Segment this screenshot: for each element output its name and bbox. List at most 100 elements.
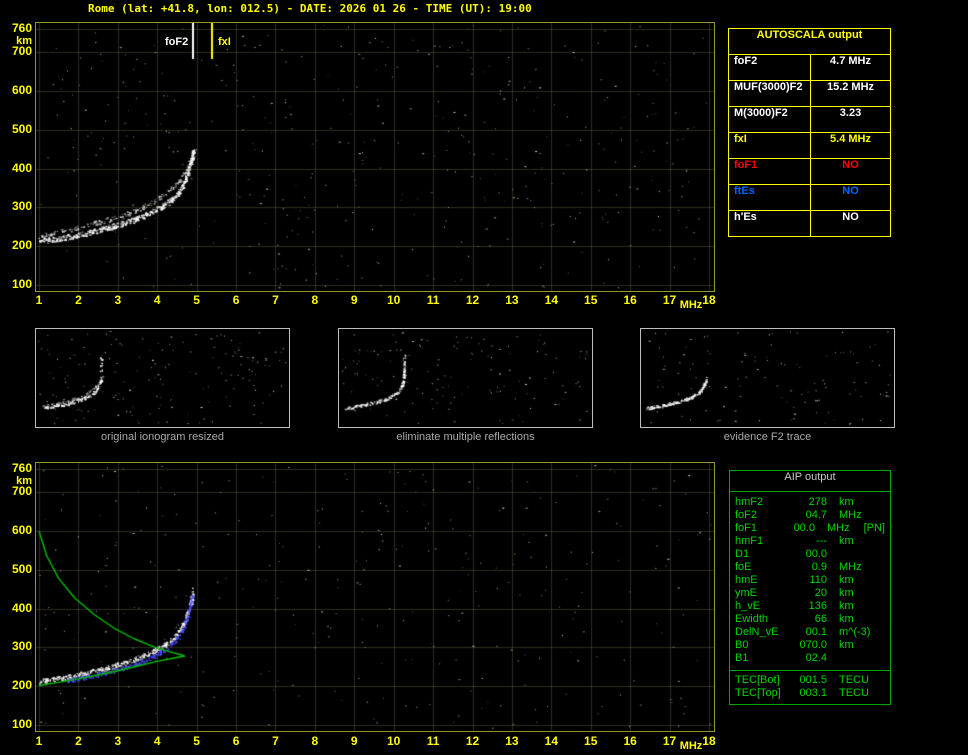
x-axis-tick-label: 6 <box>232 293 240 307</box>
aip-param-value: 0.9 <box>811 561 827 573</box>
ionogram-plot: foF2 fxI <box>35 22 715 292</box>
autoscala-param-value: NO <box>842 185 859 197</box>
aip-param-value: 003.1 <box>799 687 827 699</box>
y-axis-tick-label: 600 <box>11 523 32 538</box>
x-axis-tick-label: 7 <box>272 734 279 748</box>
autoscala-param-label: foF2 <box>729 55 811 80</box>
aip-param-value: 20 <box>814 587 827 599</box>
autoscala-param-value: NO <box>842 211 859 223</box>
aip-row: TEC[Top] 003.1 TECU <box>730 687 890 700</box>
thumbnail-caption-original: original ionogram resized <box>101 431 224 443</box>
x-axis-tick-label: 13 <box>505 293 519 307</box>
thumbnail-canvas-f2-trace <box>641 329 894 427</box>
autoscala-param-value: 15.2 MHz <box>826 81 875 93</box>
aip-row: Ewidth 66 km <box>730 613 890 626</box>
aip-param-name: Ewidth <box>735 613 769 625</box>
y-axis-tick-label: 500 <box>11 561 32 576</box>
y-axis-tick-label: 100 <box>11 277 32 291</box>
autoscala-row: h'Es NO <box>729 210 890 236</box>
x-axis-tick-label: 10 <box>387 734 401 748</box>
aip-param-name: hmF1 <box>735 535 764 547</box>
aip-param-unit: km <box>839 613 854 625</box>
aip-param-unit: MHz <box>839 561 862 573</box>
x-axis-tick-label: 16 <box>623 293 637 307</box>
x-axis-tick-label: 9 <box>350 293 358 307</box>
aip-param-unit: TECU <box>839 674 869 686</box>
profile-canvas <box>36 463 714 731</box>
autoscala-param-value: 3.23 <box>839 107 862 119</box>
profile-plot <box>35 462 715 732</box>
aip-param-name: TEC[Bot] <box>735 674 780 686</box>
y-axis-unit-label: km <box>16 475 32 487</box>
autoscala-row: M(3000)F2 3.23 <box>729 106 890 132</box>
aip-table-rows: hmF2 278 km foF2 04.7 MHz foF1 00.0 MHz [PN] hmF1-… <box>730 492 890 667</box>
aip-param-value: 66 <box>814 613 827 625</box>
x-axis-unit-label: MHz <box>679 740 703 752</box>
aip-param-value: 00.1 <box>805 626 827 638</box>
aip-param-note: [PN] <box>863 522 885 534</box>
y-axis-unit-label: km <box>16 35 32 47</box>
aip-row: DelN_vE 00.1 m^(-3) <box>730 626 890 639</box>
aip-param-value: 110 <box>809 574 827 586</box>
aip-param-value: 136 <box>808 600 827 612</box>
aip-param-name: hmF2 <box>735 496 764 508</box>
autoscala-output-table: AUTOSCALA output foF2 4.7 MHz MUF(3000)F2 1… <box>728 28 891 237</box>
aip-param-value: 001.5 <box>799 674 827 686</box>
x-axis-tick-label: 11 <box>426 293 440 307</box>
aip-param-value: 04.7 <box>805 509 827 521</box>
x-axis-tick-label: 1 <box>35 293 43 307</box>
x-axis-tick-label: 6 <box>232 734 240 748</box>
aip-row: foE 0.9 MHz <box>730 561 890 574</box>
aip-param-name: foE <box>735 561 752 573</box>
x-axis-tick-label: 8 <box>311 293 319 307</box>
x-axis-tick-label: 10 <box>387 293 401 307</box>
autoscala-param-value: 4.7 MHz <box>830 55 871 67</box>
aip-param-unit: km <box>839 496 854 508</box>
x-axis-tick-label: 3 <box>114 734 122 748</box>
marker-label-foF2: foF2 <box>164 36 190 48</box>
x-axis-tick-label: 15 <box>584 293 598 307</box>
aip-param-unit: TECU <box>839 687 869 699</box>
aip-tec-rows: TEC[Bot] 001.5 TECU TEC[Top] 003.1 TECU <box>730 671 890 704</box>
x-axis-tick-label: 13 <box>505 734 519 748</box>
x-axis-tick-label: 14 <box>544 293 558 307</box>
x-axis-tick-label: 3 <box>114 293 122 307</box>
aip-row: h_vE 136 km <box>730 600 890 613</box>
autoscala-param-value: 5.4 MHz <box>830 133 871 145</box>
autoscala-param-value: NO <box>842 159 859 171</box>
aip-param-name: ymE <box>735 587 757 599</box>
autoscala-table-rows: foF2 4.7 MHz MUF(3000)F2 15.2 MHz M(3000)F2 3… <box>729 54 890 236</box>
x-axis-tick-label: 7 <box>272 293 279 307</box>
autoscala-window: Rome (lat: +41.8, lon: 012.5) - DATE: 20… <box>0 0 968 755</box>
aip-param-unit: km <box>839 600 854 612</box>
aip-param-name: DelN_vE <box>735 626 779 638</box>
thumbnail-caption-filtered: eliminate multiple reflections <box>396 431 535 443</box>
aip-row: D1 00.0 <box>730 548 890 561</box>
aip-row: hmF1 --- km <box>730 535 890 548</box>
y-axis-tick-label: 500 <box>11 121 32 136</box>
x-axis-tick-label: 5 <box>193 293 200 307</box>
x-axis-tick-label: 5 <box>193 734 200 748</box>
aip-param-unit: km <box>839 535 854 547</box>
station-date-time-title: Rome (lat: +41.8, lon: 012.5) - DATE: 20… <box>88 2 532 15</box>
aip-param-unit: km <box>839 574 854 586</box>
aip-output-table: AIP output hmF2 278 km foF2 04.7 MHz foF1 00.0 M… <box>729 470 891 705</box>
aip-row: foF1 00.0 MHz [PN] <box>730 522 890 535</box>
autoscala-table-title: AUTOSCALA output <box>756 29 863 41</box>
aip-row: B1 02.4 <box>730 652 890 665</box>
aip-param-unit: km <box>839 587 854 599</box>
aip-param-name: foF2 <box>735 509 758 521</box>
y-axis-tick-label: 200 <box>11 678 32 693</box>
x-axis-tick-label: 12 <box>465 734 480 748</box>
x-axis-tick-label: 16 <box>623 734 637 748</box>
y-axis-tick-label: 600 <box>11 83 32 98</box>
aip-row: foF2 04.7 MHz <box>730 509 890 522</box>
x-axis-unit-label: MHz <box>679 299 703 311</box>
x-axis-tick-label: 2 <box>75 734 82 748</box>
aip-table-title: AIP output <box>730 471 890 492</box>
x-axis-tick-label: 8 <box>311 734 319 748</box>
x-axis-tick-label: 2 <box>75 293 82 307</box>
aip-param-name: B1 <box>735 652 749 664</box>
thumbnail-canvas-original <box>36 329 289 427</box>
aip-param-value: 278 <box>808 496 827 508</box>
